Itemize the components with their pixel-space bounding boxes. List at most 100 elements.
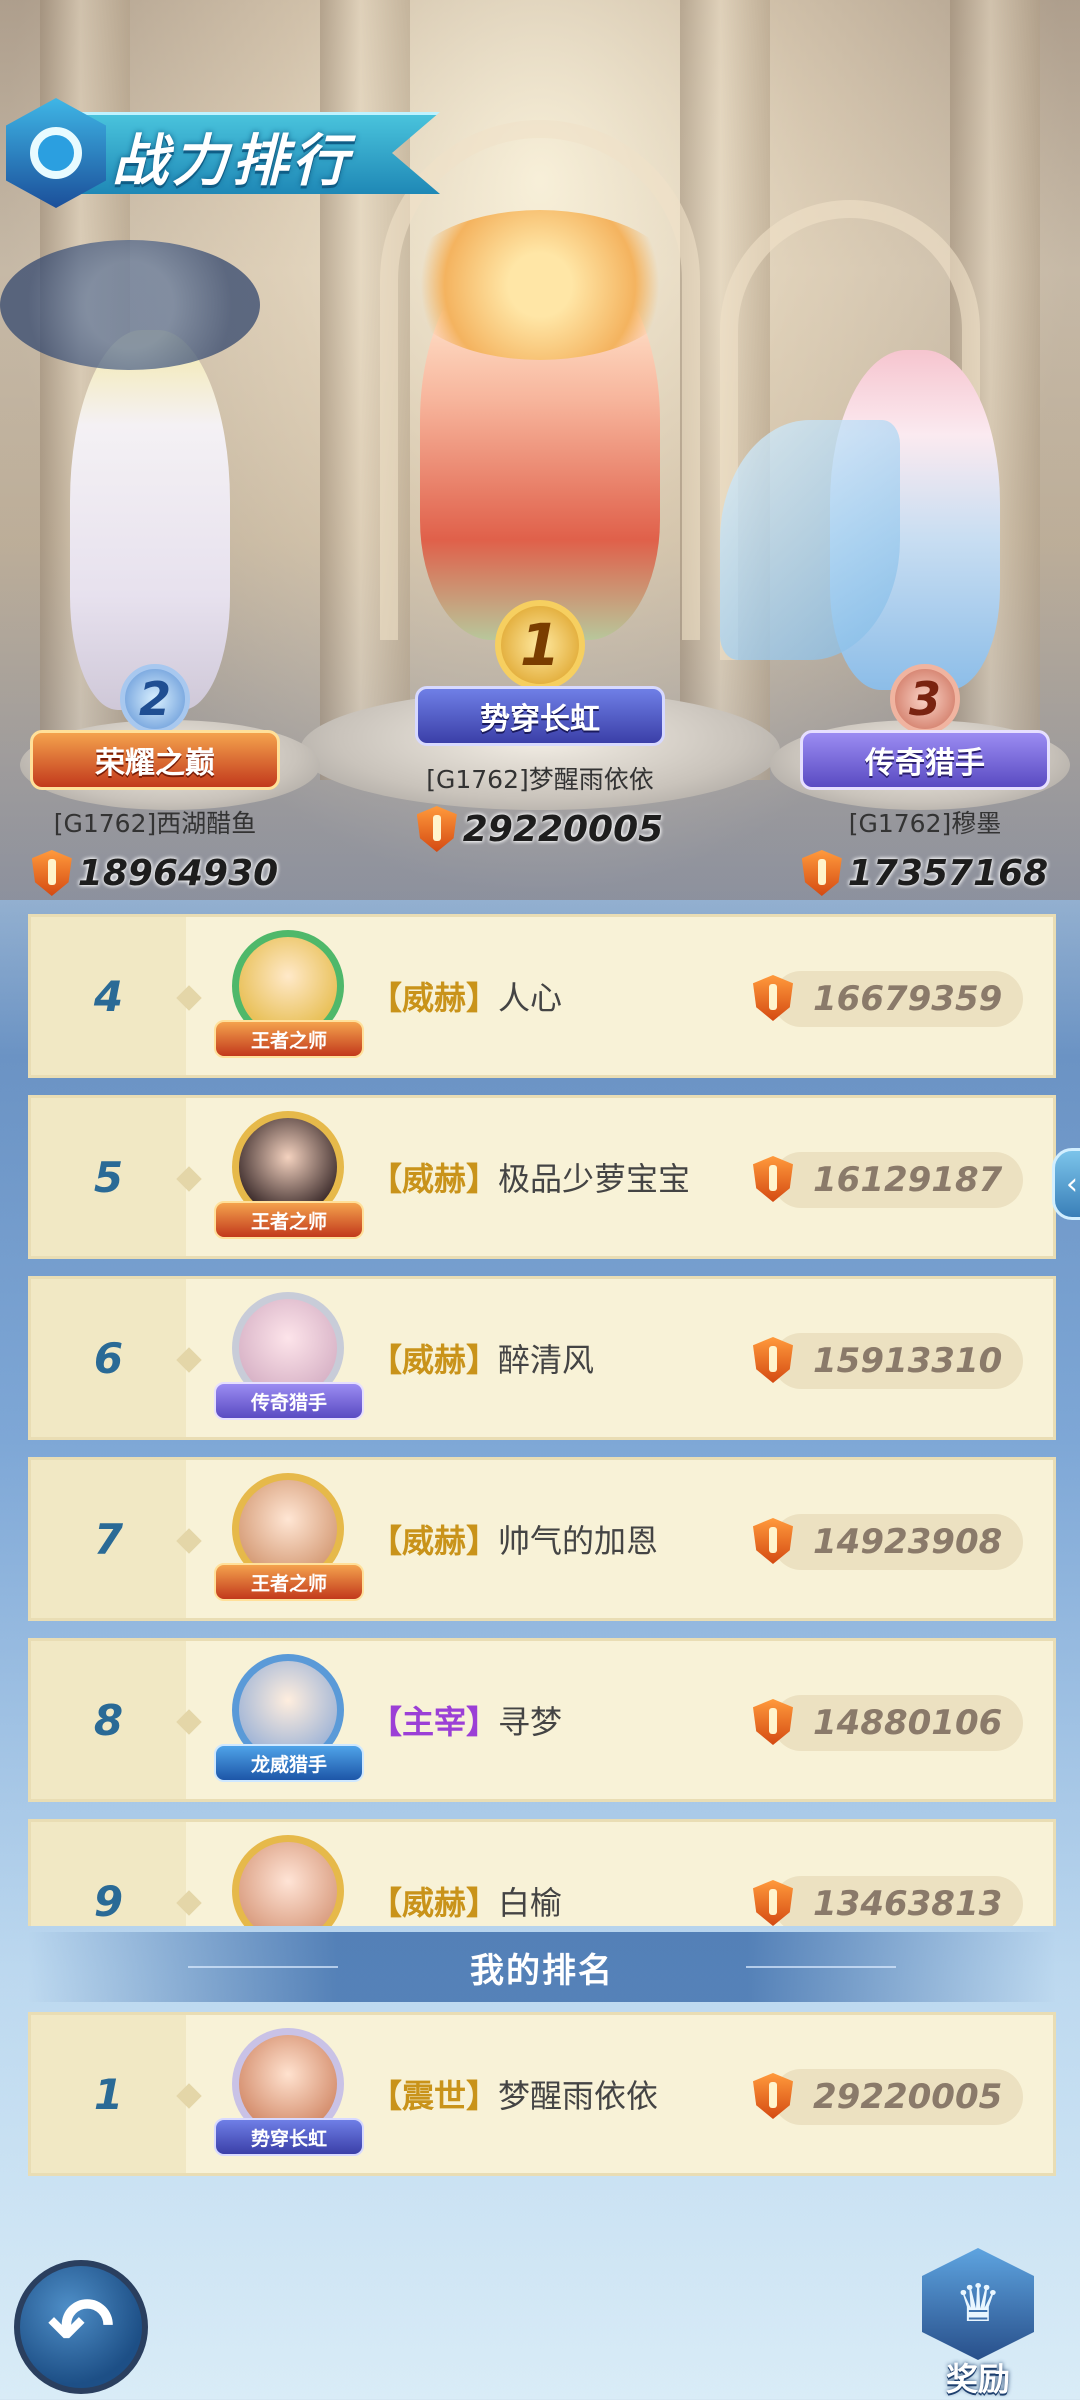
title-banner: 战力排行: [0, 98, 470, 208]
player-info: 【震世】梦醒雨依依: [370, 2071, 658, 2117]
guild-tag: 【威赫】: [370, 1884, 499, 1922]
power-pill: 15913310: [753, 1333, 1023, 1389]
power-shield-icon: [416, 806, 457, 852]
power-value: 29220005: [813, 2077, 1003, 2117]
back-button[interactable]: ↶: [14, 2260, 148, 2394]
side-expand-tab[interactable]: ‹: [1052, 1148, 1080, 1220]
avatar[interactable]: 王者之师: [214, 1469, 364, 1609]
power-shield-icon: [801, 850, 842, 896]
player-name: 人心: [498, 979, 563, 1017]
player-info: 【威赫】人心: [370, 973, 562, 1019]
power-shield-icon: [753, 1699, 793, 1745]
top3-rank-1[interactable]: 1 势穿长虹 [G1762]梦醒雨依依 29220005: [400, 600, 680, 852]
back-arrow-icon: ↶: [47, 2280, 115, 2373]
power-value: 14923908: [813, 1522, 1003, 1562]
player-name: 寻梦: [498, 1703, 563, 1741]
avatar-portrait: [232, 1835, 344, 1926]
power-value: 16679359: [813, 979, 1003, 1019]
power-value: 18964930: [77, 852, 279, 894]
chevron-left-icon: ‹: [1066, 1166, 1078, 1202]
power-pill: 29220005: [753, 2069, 1023, 2125]
guild-tag: 【震世】: [370, 2077, 499, 2115]
my-rank-row[interactable]: 1 势穿长虹 【震世】梦醒雨依依 29220005: [28, 2012, 1056, 2176]
divider-line: [188, 1966, 338, 1968]
player-name: 帅气的加恩: [498, 1522, 659, 1560]
rank-number-cell: 9: [31, 1822, 186, 1926]
my-rank-label: 我的排名: [470, 1950, 614, 1991]
ranking-list[interactable]: 4 王者之师 【威赫】人心 16679359 5 王者之师 【威赫】极品少萝宝宝…: [28, 914, 1056, 1926]
rank-number-cell: 8: [31, 1641, 186, 1799]
power-value: 17357168: [847, 852, 1049, 894]
power-pill: 13463813: [753, 1876, 1023, 1926]
power-pill: 14923908: [753, 1514, 1023, 1570]
player-info: 【主宰】寻梦: [370, 1697, 562, 1743]
power-value: 13463813: [813, 1884, 1003, 1924]
avatar[interactable]: 龙威猎手: [214, 1650, 364, 1790]
avatar[interactable]: [214, 1831, 364, 1926]
player-name: 醉清风: [498, 1341, 595, 1379]
title-badge: 势穿长虹: [214, 2118, 364, 2156]
ranking-row[interactable]: 9 【威赫】白榆 13463813: [28, 1819, 1056, 1926]
player-info: 【威赫】醉清风: [370, 1335, 594, 1381]
player-name: [G1762]西湖醋鱼: [53, 809, 257, 838]
power-shield-icon: [31, 850, 72, 896]
avatar[interactable]: 势穿长虹: [214, 2024, 364, 2164]
ranking-row[interactable]: 8 龙威猎手 【主宰】寻梦 14880106: [28, 1638, 1056, 1802]
title-badge: 王者之师: [214, 1020, 364, 1058]
character-figure-2: [70, 330, 230, 710]
reward-button[interactable]: ♛ 奖励: [918, 2248, 1038, 2398]
power-value: 29220005: [462, 808, 664, 850]
power-pill: 16129187: [753, 1152, 1023, 1208]
reward-hex-frame: ♛: [922, 2248, 1034, 2360]
rank-number: 1: [93, 2069, 124, 2119]
title-badge: 传奇猎手: [214, 1382, 364, 1420]
rank-medal-bronze-icon: 3: [890, 664, 960, 734]
avatar[interactable]: 王者之师: [214, 1107, 364, 1247]
guild-tag: 【威赫】: [370, 1341, 499, 1379]
power-row: 29220005: [400, 806, 680, 852]
title-badge: 王者之师: [214, 1563, 364, 1601]
divider-line: [746, 1966, 896, 1968]
title-badge: 王者之师: [214, 1201, 364, 1239]
rank-number: 8: [93, 1695, 124, 1745]
power-shield-icon: [753, 1337, 793, 1383]
rank-number-cell: 6: [31, 1279, 186, 1437]
rank-number-cell: 5: [31, 1098, 186, 1256]
title-plate: 势穿长虹: [415, 686, 665, 746]
title-badge: 龙威猎手: [214, 1744, 364, 1782]
character-wheel-emblem: [0, 240, 260, 370]
guild-tag: 【主宰】: [370, 1703, 499, 1741]
ranking-row[interactable]: 7 王者之师 【威赫】帅气的加恩 14923908: [28, 1457, 1056, 1621]
top3-rank-3[interactable]: 3 传奇猎手 [G1762]穆墨 17357168: [790, 664, 1060, 896]
ranking-row[interactable]: 6 传奇猎手 【威赫】醉清风 15913310: [28, 1276, 1056, 1440]
character-wings: [720, 420, 900, 660]
guild-tag: 【威赫】: [370, 979, 499, 1017]
character-parasol: [400, 210, 680, 360]
rank-number: 7: [93, 1514, 124, 1564]
power-shield-icon: [753, 2073, 793, 2119]
power-shield-icon: [753, 1880, 793, 1926]
power-row: 18964930: [20, 850, 290, 896]
ranking-row[interactable]: 4 王者之师 【威赫】人心 16679359: [28, 914, 1056, 1078]
power-pill: 16679359: [753, 971, 1023, 1027]
rank-number: 4: [93, 971, 124, 1021]
rank-number-cell: 4: [31, 917, 186, 1075]
rank-medal-silver-icon: 2: [120, 664, 190, 734]
my-rank-header: 我的排名: [28, 1932, 1056, 2002]
power-shield-icon: [753, 975, 793, 1021]
avatar[interactable]: 传奇猎手: [214, 1288, 364, 1428]
player-name: 梦醒雨依依: [498, 2077, 659, 2115]
player-info: 【威赫】帅气的加恩: [370, 1516, 658, 1562]
power-value: 16129187: [813, 1160, 1003, 1200]
power-pill: 14880106: [753, 1695, 1023, 1751]
player-name: [G1762]穆墨: [848, 809, 1002, 838]
top3-rank-2[interactable]: 2 荣耀之巅 [G1762]西湖醋鱼 18964930: [20, 664, 290, 896]
rank-number: 6: [93, 1333, 124, 1383]
avatar[interactable]: 王者之师: [214, 926, 364, 1066]
title-plate: 传奇猎手: [800, 730, 1050, 790]
power-shield-icon: [753, 1156, 793, 1202]
ranking-row[interactable]: 5 王者之师 【威赫】极品少萝宝宝 16129187: [28, 1095, 1056, 1259]
rank-number: 9: [93, 1876, 124, 1926]
player-info: 【威赫】极品少萝宝宝: [370, 1154, 690, 1200]
rank-number-cell: 1: [31, 2015, 186, 2173]
